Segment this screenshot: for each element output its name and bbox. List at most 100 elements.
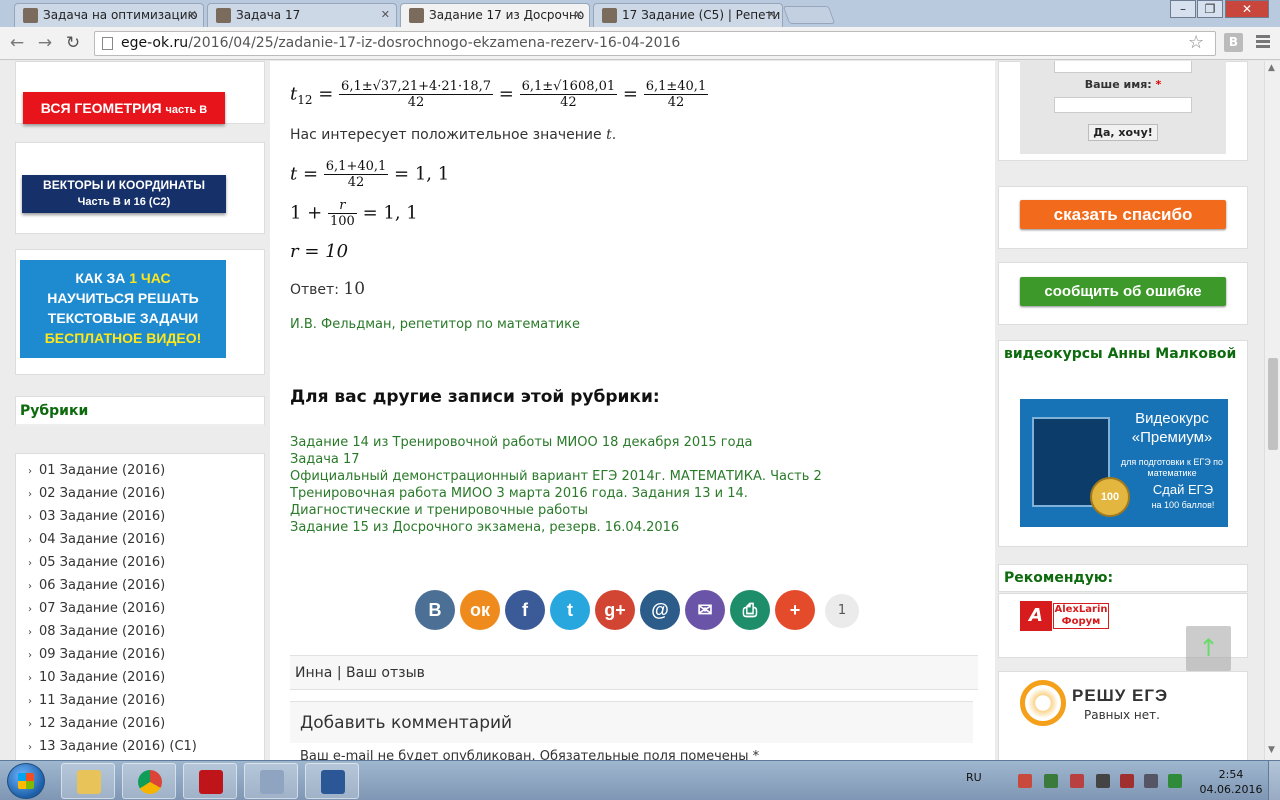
minimize-button[interactable]: – [1170, 0, 1196, 18]
scrollbar-thumb[interactable] [1268, 358, 1278, 450]
volume-icon[interactable] [1120, 774, 1134, 788]
page-scrollbar[interactable]: ▲ ▼ [1264, 61, 1280, 760]
related-post-link[interactable]: Задание 14 из Тренировочной работы МИОО … [290, 434, 822, 451]
email-share-button[interactable]: ✉ [685, 590, 725, 630]
tab-task-17[interactable]: Задача 17 ✕ [207, 3, 397, 27]
subscribe-button[interactable]: Да, хочу! [1088, 124, 1158, 141]
rubric-link[interactable]: 11 Задание (2016) [39, 693, 165, 708]
rubric-link[interactable]: 10 Задание (2016) [39, 670, 165, 685]
tab-close-icon[interactable]: ✕ [767, 8, 776, 21]
tray-app-icon[interactable] [1168, 774, 1182, 788]
tab-optimization[interactable]: Задача на оптимизацию ✕ [14, 3, 204, 27]
tray-app-icon[interactable] [1018, 774, 1032, 788]
reply-label[interactable]: Ваш отзыв [346, 665, 425, 681]
twitter-share-button[interactable]: t [550, 590, 590, 630]
rubric-item[interactable]: › 12 Задание (2016) [16, 716, 264, 739]
author-link[interactable]: И.В. Фельдман, репетитор по математике [290, 317, 580, 332]
related-post-link[interactable]: Диагностические и тренировочные работы [290, 502, 822, 519]
related-post-link[interactable]: Задача 17 [290, 451, 822, 468]
odnoklassniki-icon: ок [469, 600, 490, 620]
tray-app-icon[interactable] [1044, 774, 1058, 788]
network-icon[interactable] [1144, 774, 1158, 788]
alexlarin-forum-logo[interactable]: A AlexLarin Форум [1020, 601, 1110, 631]
rubric-link[interactable]: 02 Задание (2016) [39, 486, 165, 501]
related-post-link[interactable]: Тренировочная работа МИОО 3 марта 2016 г… [290, 485, 822, 502]
scroll-to-top-button[interactable]: ↑ [1186, 626, 1231, 671]
taskbar-explorer[interactable] [61, 763, 115, 799]
rubric-item[interactable]: › 07 Задание (2016) [16, 601, 264, 624]
close-window-button[interactable]: ✕ [1225, 0, 1269, 18]
rubric-item[interactable]: › 13 Задание (2016) (С1) [16, 739, 264, 760]
taskbar-adobe-reader[interactable] [183, 763, 237, 799]
more-share-button[interactable]: + [775, 590, 815, 630]
report-error-button[interactable]: сообщить об ошибке [1020, 277, 1226, 306]
rubric-link[interactable]: 05 Задание (2016) [39, 555, 165, 570]
chrome-menu-icon[interactable] [1256, 35, 1270, 50]
rubric-link[interactable]: 09 Задание (2016) [39, 647, 165, 662]
rubric-item[interactable]: › 03 Задание (2016) [16, 509, 264, 532]
adobe-reader-icon [199, 770, 223, 794]
bookmark-star-icon[interactable]: ☆ [1188, 32, 1204, 53]
rubric-item[interactable]: › 09 Задание (2016) [16, 647, 264, 670]
rubric-item[interactable]: › 11 Задание (2016) [16, 693, 264, 716]
rubric-link[interactable]: 12 Задание (2016) [39, 716, 165, 731]
scroll-down-arrow-icon[interactable]: ▼ [1268, 745, 1275, 755]
forward-arrow-icon[interactable]: → [34, 32, 56, 54]
odnoklassniki-share-button[interactable]: ок [460, 590, 500, 630]
rubric-link[interactable]: 07 Задание (2016) [39, 601, 165, 616]
tab-close-icon[interactable]: ✕ [188, 8, 197, 21]
rubric-item[interactable]: › 01 Задание (2016) [16, 463, 264, 486]
tab-zadanie-c5[interactable]: 17 Задание (С5) | Репети ✕ [593, 3, 783, 27]
vectors-banner[interactable]: ВЕКТОРЫ И КООРДИНАТЫ Часть В и 16 (С2) [22, 175, 226, 213]
tray-app-icon[interactable] [1070, 774, 1084, 788]
tray-app-icon[interactable] [1096, 774, 1110, 788]
extension-icon[interactable]: B [1224, 33, 1243, 52]
premium-course-banner[interactable]: Видеокурс «Премиум» для подготовки к ЕГЭ… [1020, 399, 1228, 527]
rubric-item[interactable]: › 10 Задание (2016) [16, 670, 264, 693]
rubric-link[interactable]: 08 Задание (2016) [39, 624, 165, 639]
say-thanks-button[interactable]: сказать спасибо [1020, 200, 1226, 229]
rubric-item[interactable]: › 06 Задание (2016) [16, 578, 264, 601]
back-arrow-icon[interactable]: ← [6, 32, 28, 54]
rubric-item[interactable]: › 05 Задание (2016) [16, 555, 264, 578]
rubric-item[interactable]: › 04 Задание (2016) [16, 532, 264, 555]
text-tasks-banner[interactable]: КАК ЗА 1 ЧАС НАУЧИТЬСЯ РЕШАТЬ ТЕКСТОВЫЕ … [20, 260, 226, 358]
rubric-link[interactable]: 01 Задание (2016) [39, 463, 165, 478]
facebook-share-button[interactable]: f [505, 590, 545, 630]
rubric-link[interactable]: 03 Задание (2016) [39, 509, 165, 524]
email-input[interactable] [1054, 61, 1192, 73]
promo-subtitle: для подготовки к ЕГЭ по математике [1120, 457, 1224, 478]
reload-icon[interactable]: ↻ [62, 32, 84, 54]
taskbar-chrome[interactable] [122, 763, 176, 799]
chrome-icon [138, 770, 162, 794]
tab-close-icon[interactable]: ✕ [381, 8, 390, 21]
geometry-banner[interactable]: ВСЯ ГЕОМЕТРИЯ часть B [23, 92, 225, 124]
taskbar-word[interactable] [305, 763, 359, 799]
maximize-button[interactable]: ❐ [1197, 0, 1223, 18]
related-post-link[interactable]: Официальный демонстрационный вариант ЕГЭ… [290, 468, 822, 485]
comment-author[interactable]: Инна [295, 665, 332, 681]
banner-main-text: ВСЯ ГЕОМЕТРИЯ [40, 100, 162, 116]
print-button[interactable]: ⎙ [730, 590, 770, 630]
google-plus-share-button[interactable]: g+ [595, 590, 635, 630]
scroll-up-arrow-icon[interactable]: ▲ [1268, 63, 1275, 73]
related-post-link[interactable]: Задание 15 из Досрочного экзамена, резер… [290, 519, 822, 536]
chevron-right-icon: › [28, 673, 32, 684]
tab-close-icon[interactable]: ✕ [574, 8, 583, 21]
rubric-item[interactable]: › 02 Задание (2016) [16, 486, 264, 509]
show-desktop-button[interactable] [1268, 761, 1280, 800]
system-clock[interactable]: 2:54 04.06.2016 [1196, 767, 1266, 797]
taskbar-calculator[interactable] [244, 763, 298, 799]
tab-active-zadanie-17[interactable]: Задание 17 из Досрочно ✕ [400, 3, 590, 28]
vk-share-button[interactable]: В [415, 590, 455, 630]
start-button[interactable] [7, 763, 45, 799]
rubric-link[interactable]: 13 Задание (2016) (С1) [39, 739, 197, 754]
rubric-link[interactable]: 06 Задание (2016) [39, 578, 165, 593]
rubric-link[interactable]: 04 Задание (2016) [39, 532, 165, 547]
mail-ru-share-button[interactable]: @ [640, 590, 680, 630]
new-tab-button[interactable] [782, 6, 836, 24]
name-input[interactable] [1054, 97, 1192, 113]
address-bar[interactable]: ege-ok.ru/2016/04/25/zadanie-17-iz-dosro… [94, 31, 1216, 56]
rubric-item[interactable]: › 08 Задание (2016) [16, 624, 264, 647]
language-indicator[interactable]: RU [966, 771, 982, 784]
